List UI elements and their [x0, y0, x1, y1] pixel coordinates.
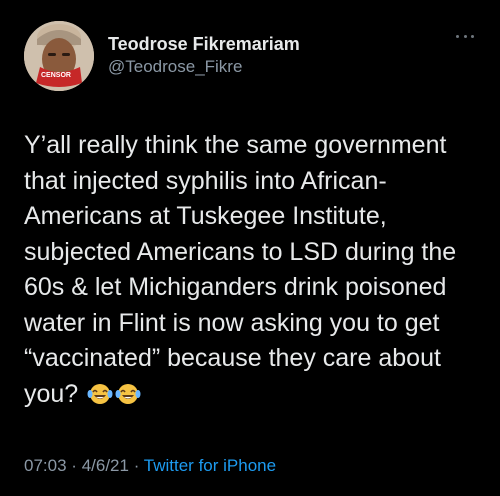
meta-separator: · — [133, 456, 140, 475]
display-name[interactable]: Teodrose Fikremariam — [108, 33, 300, 55]
laughing-crying-emoji — [115, 381, 141, 417]
tweet-text-content: Y’all really think the same government t… — [24, 131, 457, 408]
more-dots-icon[interactable] — [456, 33, 474, 39]
avatar-photo: CENSOR — [24, 21, 94, 91]
dot — [456, 34, 459, 38]
user-handle[interactable]: @Teodrose_Fikre — [108, 55, 300, 79]
tweet-meta: 07:03 · 4/6/21 · Twitter for iPhone — [24, 456, 478, 476]
tweet-header: CENSOR Teodrose Fikremariam @Teodrose_Fi… — [24, 20, 478, 92]
tweet-time[interactable]: 07:03 — [24, 456, 67, 475]
meta-separator: · — [71, 456, 77, 475]
tweet-source[interactable]: Twitter for iPhone — [144, 456, 276, 475]
user-identity: Teodrose Fikremariam @Teodrose_Fikre — [108, 33, 300, 79]
dot — [463, 34, 467, 38]
laughing-crying-emoji — [87, 381, 113, 417]
avatar[interactable]: CENSOR — [24, 21, 94, 91]
tweet-card: CENSOR Teodrose Fikremariam @Teodrose_Fi… — [0, 0, 500, 496]
dot — [471, 34, 474, 38]
tweet-text: Y’all really think the same government t… — [24, 128, 484, 416]
avatar-badge-text: CENSOR — [41, 72, 71, 79]
tweet-date[interactable]: 4/6/21 — [82, 456, 129, 475]
